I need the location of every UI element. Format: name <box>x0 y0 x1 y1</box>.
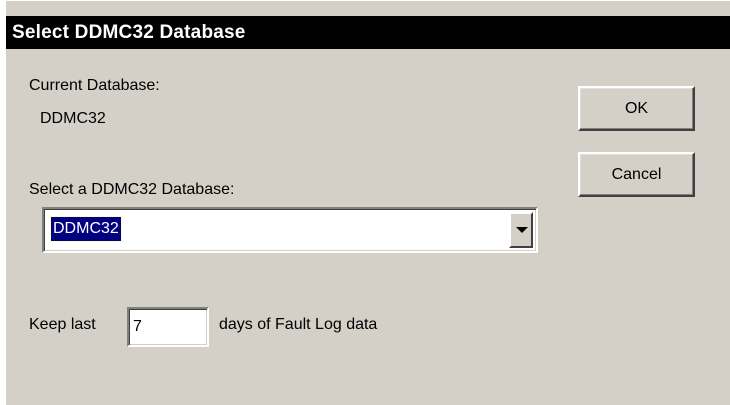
cancel-button[interactable]: Cancel <box>578 152 695 197</box>
current-database-label: Current Database: <box>29 77 160 94</box>
window-title: Select DDMC32 Database <box>12 22 246 43</box>
select-database-label: Select a DDMC32 Database: <box>29 181 235 198</box>
chevron-down-icon <box>516 227 528 233</box>
database-dropdown-selected-value[interactable]: DDMC32 <box>50 216 122 242</box>
dropdown-arrow-button[interactable] <box>509 212 533 248</box>
days-of-fault-log-label: days of Fault Log data <box>219 316 378 333</box>
select-database-dialog: Select DDMC32 Database Current Database:… <box>6 0 730 405</box>
window-top-edge <box>6 1 730 16</box>
title-bar[interactable]: Select DDMC32 Database <box>6 16 730 49</box>
ok-button[interactable]: OK <box>578 86 695 131</box>
days-input[interactable] <box>127 307 209 347</box>
keep-last-label: Keep last <box>29 316 96 333</box>
current-database-value: DDMC32 <box>40 110 106 127</box>
database-dropdown[interactable]: DDMC32 <box>42 207 538 253</box>
